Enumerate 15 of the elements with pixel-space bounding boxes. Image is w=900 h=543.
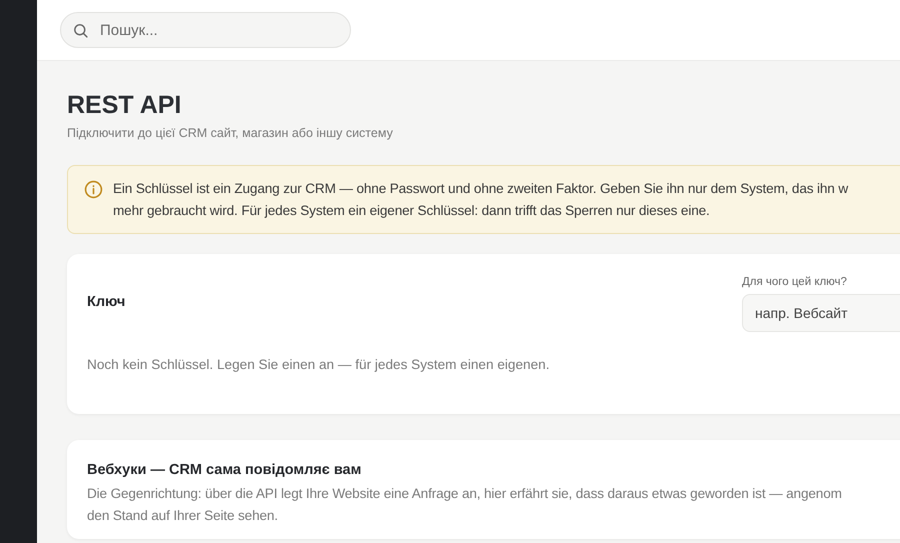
search-icon bbox=[72, 22, 89, 38]
page-title: REST API bbox=[67, 91, 182, 120]
page-subtitle: Підключити до цієї CRM сайт, магазин або іншу систему bbox=[67, 126, 393, 140]
card-description: den Stand auf Ihrer Seite sehen. bbox=[87, 507, 279, 525]
card-title: Вебхуки — CRM сама повідомляє вам bbox=[87, 462, 362, 478]
search-field[interactable]: Пошук... bbox=[60, 12, 351, 48]
notice-text: mehr gebraucht wird. Für jedes System ein eigener Schlüssel: dann trifft das Sperren nur dieses eine. bbox=[113, 202, 711, 220]
info-icon bbox=[84, 180, 103, 199]
card-description: Die Gegenrichtung: über die API legt Ihre Website eine Anfrage an, hier erfährt sie, dass daraus etwas geworden ist — angenom bbox=[87, 485, 843, 503]
notice-text: Ein Schlüssel ist ein Zugang zur CRM — ohne Passwort und ohne zweiten Faktor. Geben Sie ihn nur dem System, das ihn w bbox=[113, 180, 848, 198]
field-label: Для чого цей ключ? bbox=[742, 276, 847, 288]
card-title: Ключ bbox=[87, 294, 126, 310]
key-name-field[interactable]: напр. Вебсайт bbox=[742, 294, 900, 332]
search-input[interactable]: Пошук... bbox=[98, 20, 318, 40]
empty-message: Noch kein Schlüssel. Legen Sie einen an — für jedes System einen eigenen. bbox=[86, 356, 550, 374]
